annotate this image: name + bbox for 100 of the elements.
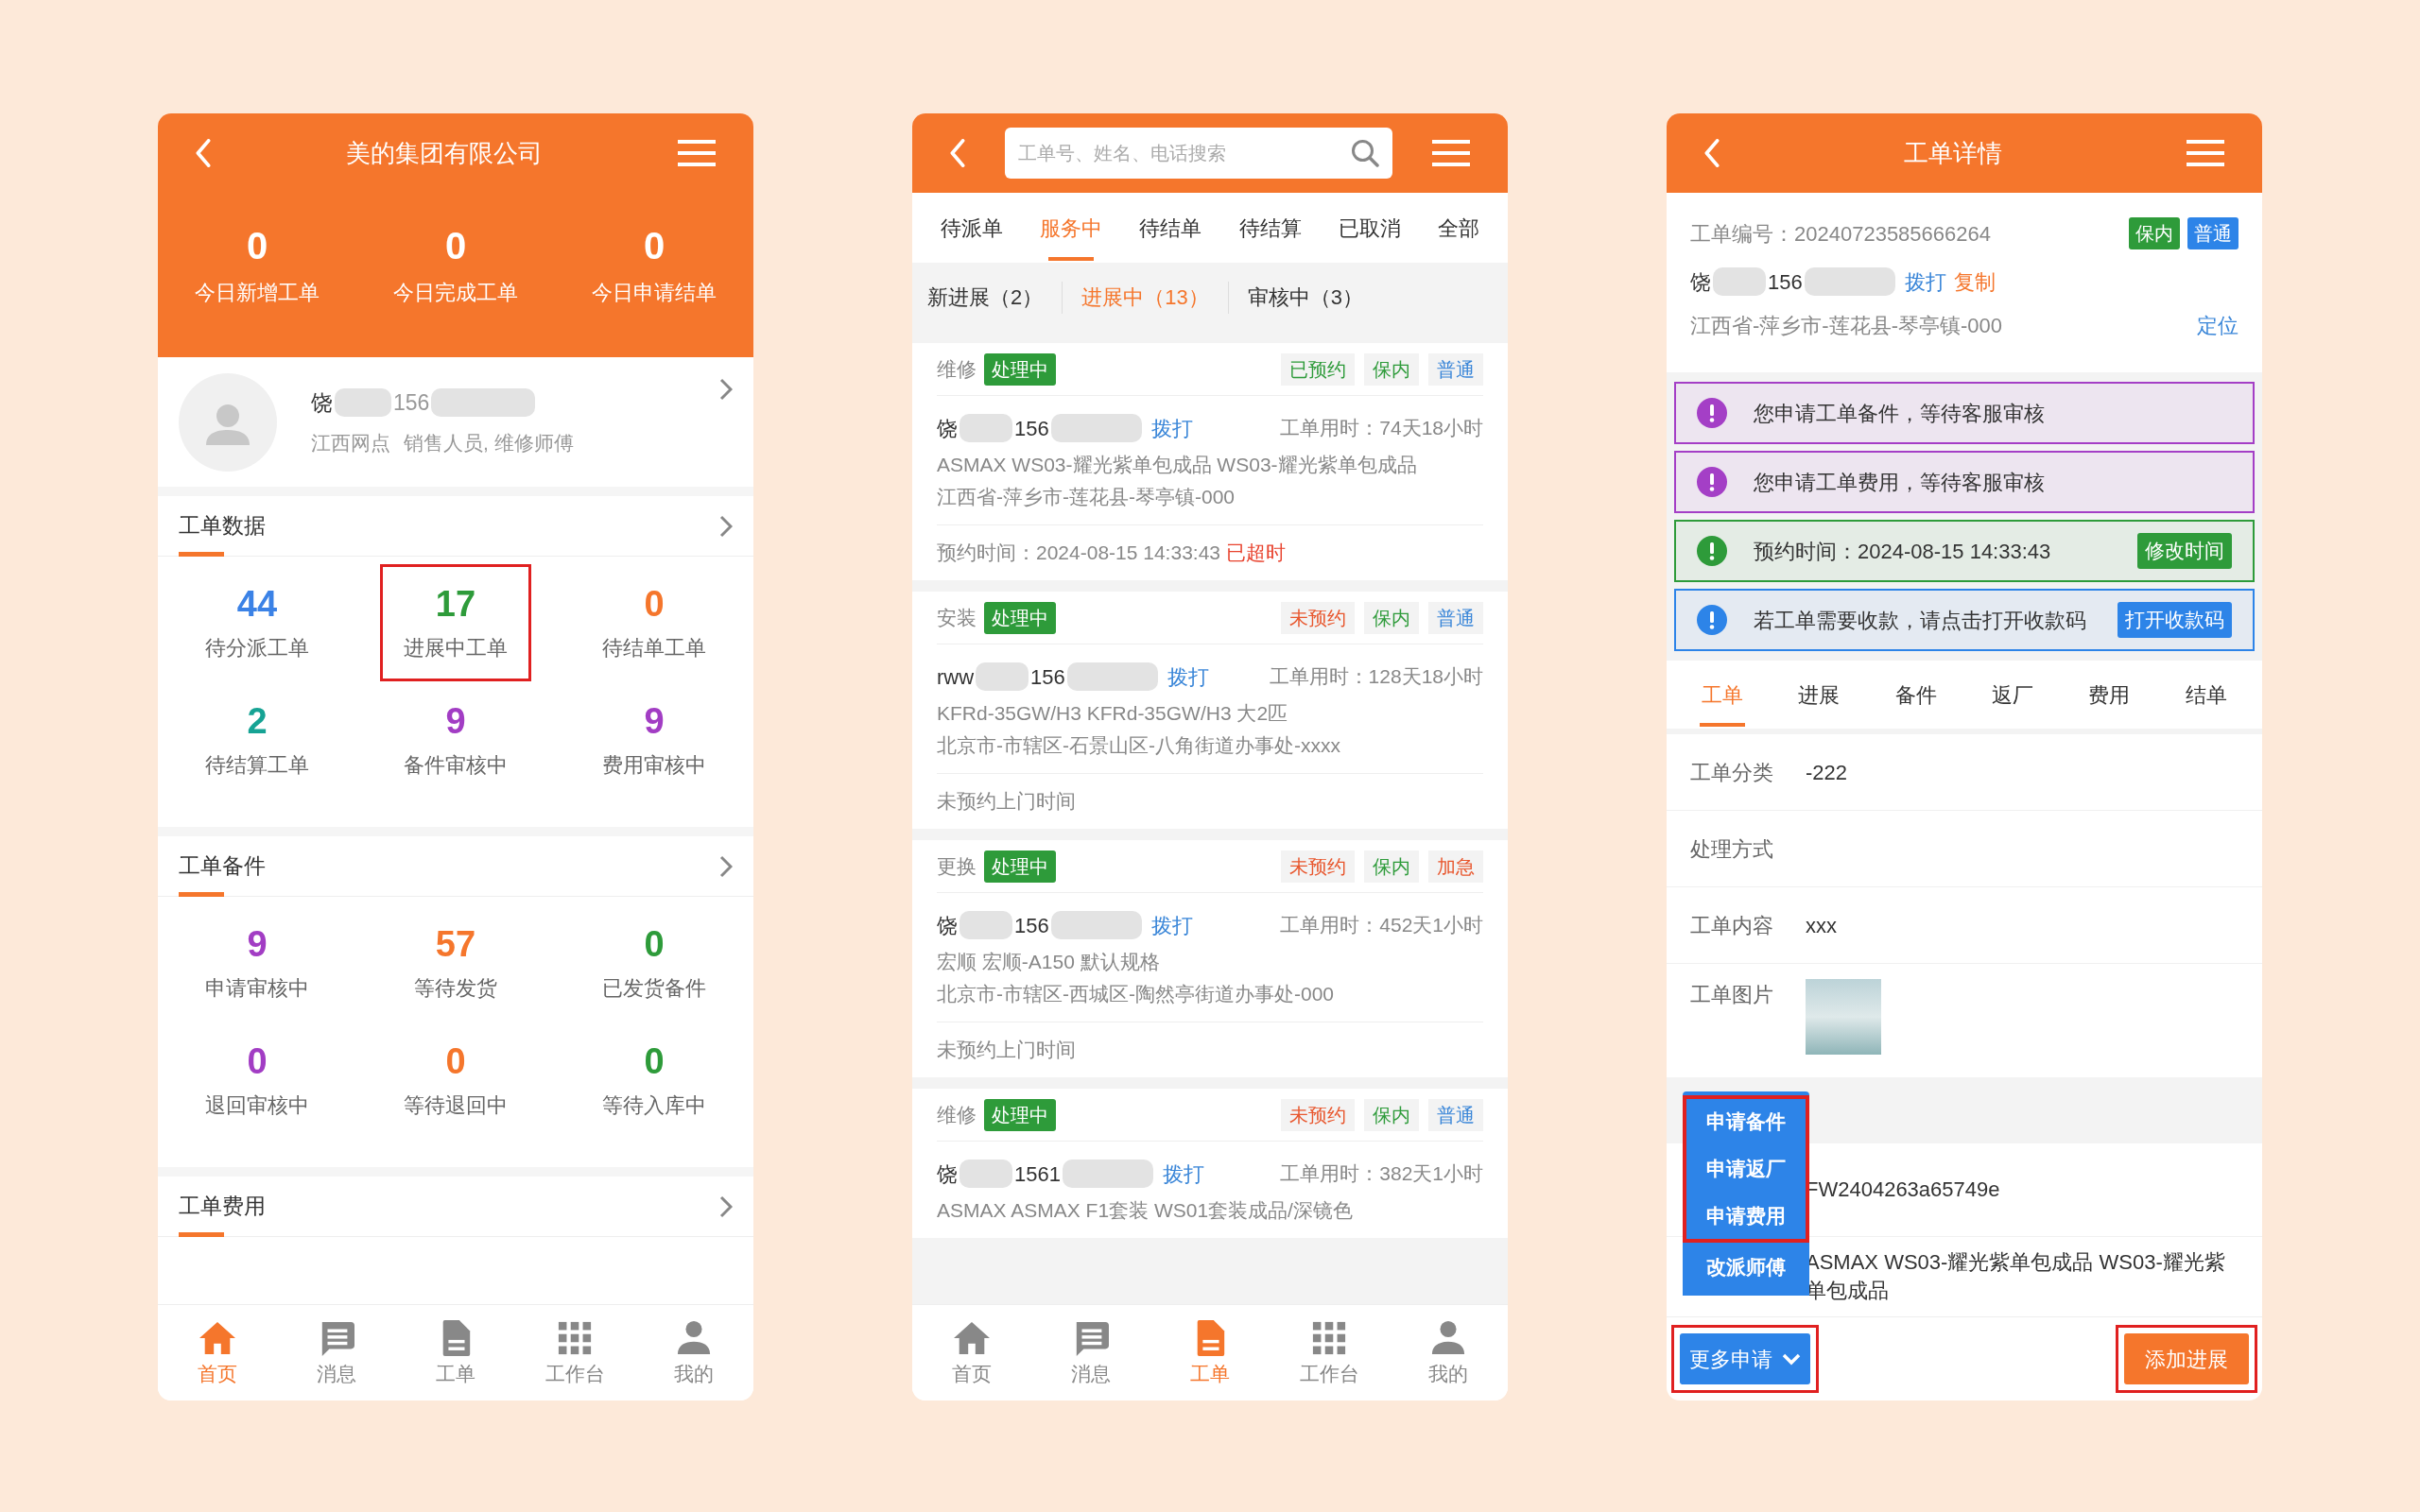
back-icon[interactable]: [950, 139, 965, 167]
tab-bar-item[interactable]: 消息: [277, 1305, 396, 1400]
filter-tab[interactable]: 待结单: [1133, 193, 1208, 263]
stat-value: 0: [246, 223, 268, 267]
redaction-blur: [1713, 267, 1766, 296]
sub-tab[interactable]: 新进展（2）: [927, 282, 1044, 313]
status-badge: 处理中: [984, 601, 1056, 634]
order-card[interactable]: 维修 处理中 未预约 保内 普通 饶 1561 拨打 工单用时：382天1小时 ASMAX ASMAX F1套装 WS01套装成品/深镜色: [912, 1089, 1508, 1238]
notice-action-button[interactable]: 打开收款码: [2118, 602, 2232, 638]
stat-value[interactable]: 0: [445, 1040, 466, 1082]
filter-tab[interactable]: 待结算: [1233, 193, 1307, 263]
stat-value[interactable]: 44: [236, 582, 278, 625]
order-tag: 未预约: [1281, 601, 1355, 634]
grid-icon: [557, 1319, 593, 1356]
elapsed-time: 工单用时：128天18小时: [1269, 664, 1483, 690]
notice-action-button[interactable]: 修改时间: [2137, 533, 2232, 569]
filter-tab[interactable]: 待派单: [934, 193, 1009, 263]
detail-tab[interactable]: 工单: [1694, 661, 1752, 729]
chevron-right-icon[interactable]: [719, 378, 733, 401]
customer-name: 饶: [937, 415, 958, 442]
menu-item[interactable]: 申请费用: [1683, 1194, 1809, 1243]
call-link[interactable]: 拨打: [1167, 661, 1209, 693]
order-tag: 加急: [1428, 850, 1483, 883]
chevron-right-icon[interactable]: [719, 514, 733, 538]
more-requests-button[interactable]: 更多申请: [1680, 1333, 1810, 1384]
stat-value[interactable]: 0: [644, 922, 665, 965]
section-title: 工单费用: [179, 1193, 266, 1221]
tab-bar-item[interactable]: 首页: [912, 1305, 1031, 1400]
detail-tab[interactable]: 备件: [1887, 661, 1945, 729]
stat-value[interactable]: 9: [445, 699, 466, 742]
sub-tab[interactable]: 审核中（3）: [1247, 282, 1363, 313]
stat-label: 申请审核中: [205, 974, 309, 1002]
order-tag: 普通: [1428, 601, 1483, 634]
detail-tab[interactable]: 进展: [1790, 661, 1848, 729]
back-icon[interactable]: [1704, 139, 1720, 167]
call-link[interactable]: 拨打: [1150, 412, 1193, 444]
stat-value[interactable]: 9: [247, 922, 268, 965]
tab-bar-item[interactable]: 我的: [1389, 1305, 1508, 1400]
menu-icon[interactable]: [2187, 139, 2224, 167]
search-field[interactable]: 工单号、姓名、电话搜索: [1018, 139, 1351, 167]
order-tag: 普通: [1428, 352, 1483, 386]
tab-bar-item[interactable]: 工作台: [1270, 1305, 1389, 1400]
menu-icon[interactable]: [678, 139, 716, 167]
chevron-right-icon[interactable]: [719, 1194, 733, 1218]
stat-value[interactable]: 0: [644, 1040, 665, 1082]
tab-bar-item[interactable]: 首页: [158, 1305, 277, 1400]
detail-tab[interactable]: 返厂: [1984, 661, 2042, 729]
tab-bar-item[interactable]: 工单: [396, 1305, 515, 1400]
status-badge: 处理中: [984, 1098, 1056, 1131]
add-progress-button[interactable]: 添加进展: [2124, 1333, 2249, 1384]
detail-tab[interactable]: 费用: [2081, 661, 2138, 729]
stat-value[interactable]: 2: [247, 699, 268, 742]
order-tag: 未预约: [1281, 1098, 1355, 1131]
filter-tab[interactable]: 服务中: [1034, 193, 1108, 263]
order-tag: 保内: [1364, 601, 1419, 634]
detail-tab[interactable]: 结单: [2177, 661, 2235, 729]
order-card[interactable]: 安装 处理中 未预约 保内 普通 rww 156 拨打 工单用时：128天18小时 KFRd-35GW/H3 KFRd-35GW/H3 大2匹 北京市-市辖区-石景山区-八角街道办事处-xxxx 未预约上门时间: [912, 592, 1508, 829]
filter-tab[interactable]: 全部: [1432, 193, 1486, 263]
stat-value[interactable]: 57: [435, 922, 476, 965]
tab-bar-item[interactable]: 我的: [634, 1305, 753, 1400]
stat-label: 费用审核中: [602, 751, 706, 779]
call-link[interactable]: 拨打: [1162, 1158, 1204, 1190]
order-card[interactable]: 维修 处理中 已预约 保内 普通 饶 156 拨打 工单用时：74天18小时 ASMAX WS03-耀光紫单包成品 WS03-耀光紫单包成品 江西省-萍乡市-莲花县-琴亭镇-000 预约时间：2024-08-15 14:33:43 已超时: [912, 343, 1508, 580]
user-name: 饶: [311, 388, 333, 417]
stat-value[interactable]: 0: [644, 582, 665, 625]
chevron-right-icon[interactable]: [719, 854, 733, 878]
sub-tab[interactable]: 进展中（13）: [1081, 282, 1209, 313]
copy-link[interactable]: 复制: [1953, 266, 1996, 298]
order-type: 更换: [937, 853, 977, 879]
stat-value[interactable]: 9: [644, 699, 665, 742]
order-card[interactable]: 更换 处理中 未预约 保内 加急 饶 156 拨打 工单用时：452天1小时 宏顺 宏顺-A150 默认规格 北京市-市辖区-西城区-陶然亭街道办事处-000 未预约上门时间: [912, 840, 1508, 1077]
stat-value[interactable]: 17: [435, 582, 476, 625]
menu-icon[interactable]: [1432, 139, 1470, 167]
grid-icon: [1311, 1319, 1347, 1356]
tab-bar-item[interactable]: 消息: [1031, 1305, 1150, 1400]
call-link[interactable]: 拨打: [1150, 909, 1193, 941]
call-link[interactable]: 拨打: [1904, 266, 1946, 298]
stat-value[interactable]: 0: [247, 1040, 268, 1082]
tab-bar-item[interactable]: 工作台: [515, 1305, 634, 1400]
order-tag: 已预约: [1281, 352, 1355, 386]
branch-name: 江西网点: [311, 431, 390, 455]
order-number: 工单编号：20240723585666264: [1690, 220, 1991, 248]
address: 江西省-萍乡市-莲花县-琴亭镇-000: [1690, 312, 2002, 339]
appointment-time: 未预约上门时间: [937, 789, 1076, 815]
menu-item[interactable]: 申请备件: [1683, 1095, 1809, 1144]
tab-bar-item[interactable]: 工单: [1150, 1305, 1270, 1400]
search-icon[interactable]: [1351, 139, 1379, 167]
menu-item[interactable]: 申请返厂: [1683, 1144, 1809, 1194]
order-tag: 保内: [2129, 217, 2180, 249]
title-underline: [179, 1232, 224, 1237]
locate-link[interactable]: 定位: [2197, 309, 2238, 341]
notice-text: 您申请工单费用，等待客服审核: [1754, 469, 2045, 496]
back-icon[interactable]: [196, 139, 211, 167]
status-badge: 处理中: [984, 850, 1056, 883]
status-badge: 处理中: [984, 352, 1056, 386]
filter-tab[interactable]: 已取消: [1332, 193, 1407, 263]
redaction-blur: [959, 911, 1012, 939]
stat-value: 0: [444, 223, 467, 267]
photo-placeholder[interactable]: [1806, 979, 1881, 1055]
search-bar[interactable]: 工单号、姓名、电话搜索: [1005, 128, 1392, 179]
